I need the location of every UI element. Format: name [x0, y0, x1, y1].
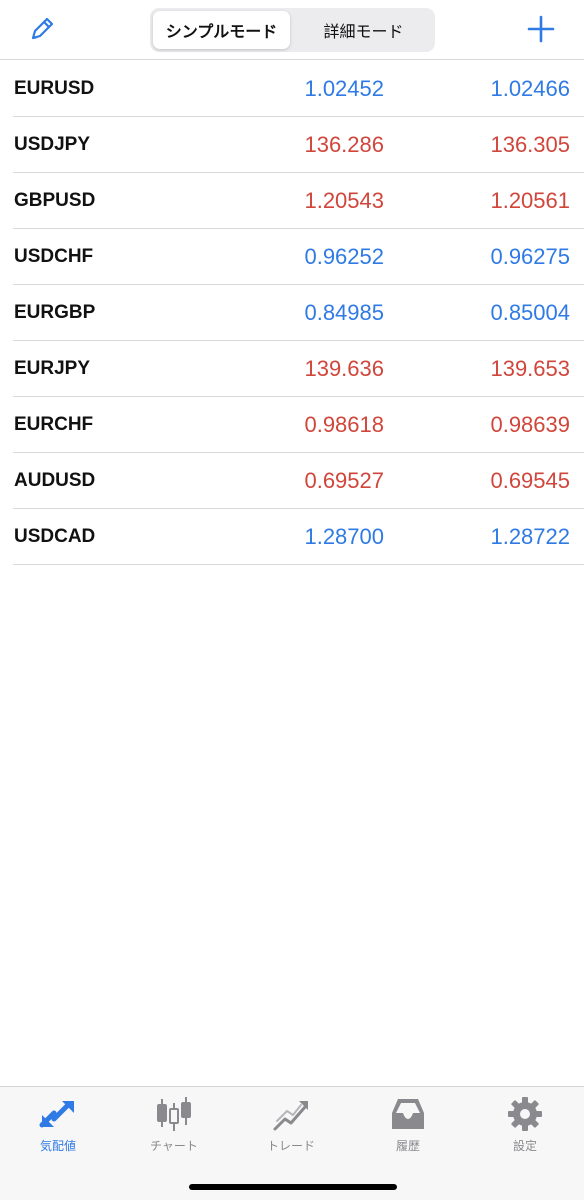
quote-row[interactable]: EURJPY 139.636 139.653 — [13, 341, 584, 397]
bid-price: 1.28700 — [304, 524, 384, 549]
quote-row[interactable]: EURGBP 0.84985 0.85004 — [13, 285, 584, 341]
symbol-name: USDJPY — [14, 134, 91, 155]
symbol-name: AUDUSD — [14, 470, 96, 491]
tab-label: 設定 — [512, 1139, 537, 1153]
ask-price: 0.85004 — [490, 300, 570, 325]
candlestick-chart-icon — [157, 1097, 191, 1131]
tab-settings[interactable]: 設定 — [467, 1095, 583, 1161]
quotes-arrows-icon — [39, 1101, 74, 1128]
ask-price: 0.96275 — [490, 244, 570, 269]
symbol-name: EURCHF — [14, 414, 94, 435]
tab-label: チャート — [150, 1139, 198, 1153]
quote-row[interactable]: USDCHF 0.96252 0.96275 — [13, 229, 584, 285]
ask-price: 1.20561 — [490, 188, 570, 213]
quote-row[interactable]: USDJPY 136.286 136.305 — [13, 117, 584, 173]
add-symbol-button[interactable] — [526, 14, 556, 44]
ask-price: 0.69545 — [490, 468, 570, 493]
tab-label: 気配値 — [39, 1139, 76, 1153]
symbol-name: EURJPY — [14, 358, 91, 379]
tab-label: 履歴 — [395, 1139, 420, 1153]
tab-chart[interactable]: チャート — [116, 1095, 232, 1161]
segment-detail-mode[interactable]: 詳細モード — [295, 11, 432, 49]
bid-price: 0.69527 — [304, 468, 384, 493]
symbol-name: USDCAD — [14, 526, 96, 547]
top-bar: シンプルモード 詳細モード — [0, 0, 584, 60]
edit-button[interactable] — [28, 14, 56, 44]
bid-price: 136.286 — [304, 132, 384, 157]
inbox-history-icon — [392, 1099, 424, 1129]
bottom-tab-bar: 気配値 チャート トレード 履歴 設定 — [0, 1086, 584, 1200]
ask-price: 1.02466 — [490, 76, 570, 101]
tab-quotes[interactable]: 気配値 — [0, 1095, 116, 1161]
gear-icon — [508, 1097, 542, 1131]
quotes-list: EURUSD 1.02452 1.02466 USDJPY 136.286 13… — [13, 61, 584, 565]
tab-history[interactable]: 履歴 — [350, 1095, 466, 1161]
symbol-name: EURGBP — [14, 302, 96, 323]
pencil-icon — [31, 17, 54, 40]
symbol-name: USDCHF — [14, 246, 94, 267]
mode-segmented-control: シンプルモード 詳細モード — [150, 8, 435, 52]
plus-icon — [527, 15, 555, 43]
quote-row[interactable]: EURUSD 1.02452 1.02466 — [13, 61, 584, 117]
ask-price: 139.653 — [490, 356, 570, 381]
bid-price: 0.98618 — [304, 412, 384, 437]
symbol-name: GBPUSD — [14, 190, 96, 211]
tab-label: トレード — [266, 1139, 315, 1153]
tab-trade[interactable]: トレード — [233, 1095, 349, 1161]
symbol-name: EURUSD — [14, 78, 95, 99]
trade-arrow-icon — [273, 1101, 308, 1131]
quote-row[interactable]: AUDUSD 0.69527 0.69545 — [13, 453, 584, 509]
quote-row[interactable]: GBPUSD 1.20543 1.20561 — [13, 173, 584, 229]
bid-price: 1.20543 — [304, 188, 384, 213]
quote-row[interactable]: EURCHF 0.98618 0.98639 — [13, 397, 584, 453]
quote-row[interactable]: USDCAD 1.28700 1.28722 — [13, 509, 584, 565]
bid-price: 0.84985 — [304, 300, 384, 325]
ask-price: 1.28722 — [490, 524, 570, 549]
home-indicator — [189, 1184, 397, 1190]
bid-price: 0.96252 — [304, 244, 384, 269]
bid-price: 1.02452 — [304, 76, 384, 101]
segment-simple-mode[interactable]: シンプルモード — [153, 11, 290, 49]
ask-price: 136.305 — [490, 132, 570, 157]
bid-price: 139.636 — [304, 356, 384, 381]
ask-price: 0.98639 — [490, 412, 570, 437]
